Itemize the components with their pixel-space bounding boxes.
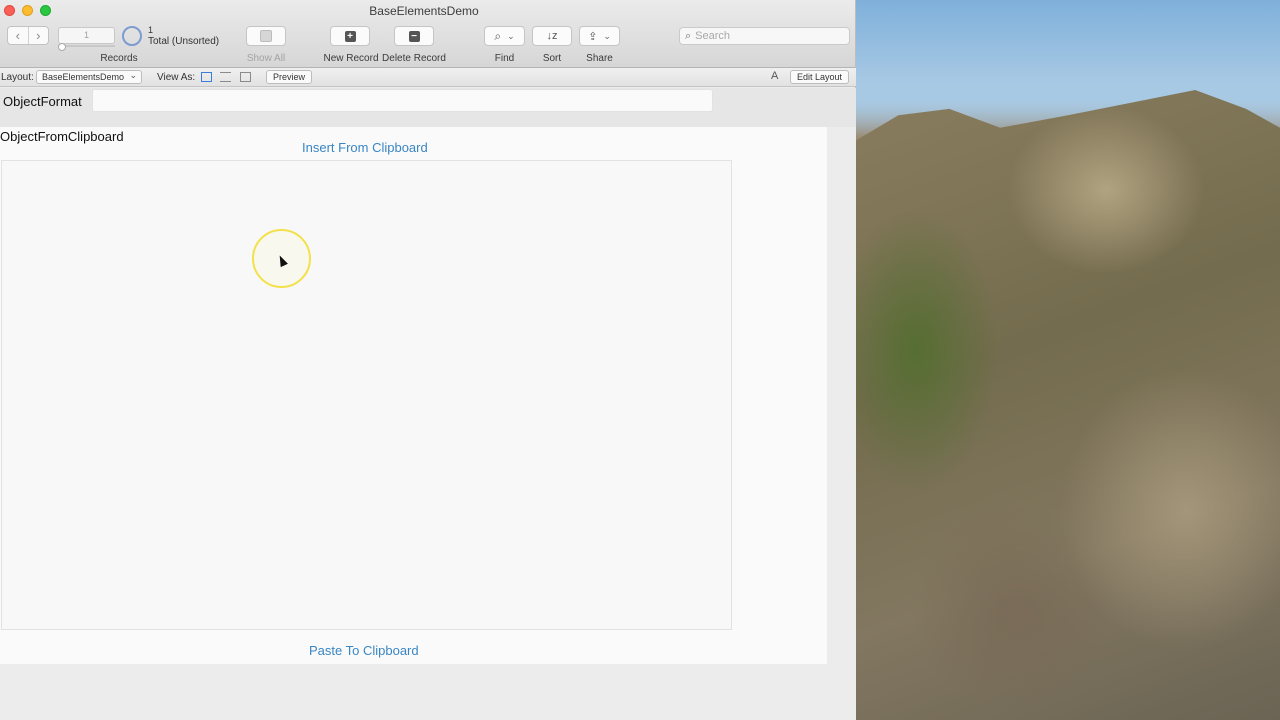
new-record-button[interactable]: + <box>330 26 370 46</box>
app-window: BaseElementsDemo ‹ › 1 1 Total (Unsorted… <box>0 0 856 720</box>
title-bar: BaseElementsDemo ‹ › 1 1 Total (Unsorted… <box>0 0 855 68</box>
record-slider[interactable] <box>58 43 115 51</box>
new-record-label: New Record <box>323 53 379 64</box>
window-title: BaseElementsDemo <box>369 4 479 18</box>
share-button[interactable]: ⇪ ⌄ <box>579 26 620 46</box>
show-all-label: Show All <box>246 53 286 64</box>
preview-button[interactable]: Preview <box>266 70 312 84</box>
record-total: Total (Unsorted) <box>148 36 220 47</box>
view-as-label: View As: <box>157 72 196 83</box>
insert-from-clipboard-button[interactable]: Insert From Clipboard <box>302 140 428 155</box>
edit-layout-button[interactable]: Edit Layout <box>790 70 849 84</box>
layout-label: Layout: <box>1 72 34 83</box>
next-record-icon[interactable]: › <box>29 27 49 44</box>
share-icon: ⇪ <box>588 30 598 43</box>
wallpaper-mountain <box>856 90 1280 720</box>
layout-content: ObjectFormat ObjectFromClipboard Insert … <box>0 88 856 720</box>
list-view-icon[interactable] <box>220 72 231 82</box>
current-record-field[interactable]: 1 <box>58 27 115 44</box>
paste-to-clipboard-button[interactable]: Paste To Clipboard <box>309 643 419 658</box>
sort-label: Sort <box>542 53 562 64</box>
find-label: Find <box>494 53 515 64</box>
sort-button[interactable]: ↓z <box>532 26 572 46</box>
minus-icon: − <box>408 30 420 42</box>
sort-icon: ↓z <box>546 30 558 42</box>
delete-record-button[interactable]: − <box>394 26 434 46</box>
format-bar-icon[interactable]: A <box>771 70 778 82</box>
layout-select[interactable]: BaseElementsDemo <box>36 69 142 84</box>
search-input[interactable] <box>695 30 836 42</box>
object-format-row: ObjectFormat <box>0 88 856 127</box>
record-count: 1 <box>148 25 154 35</box>
record-nav: ‹ › <box>7 26 49 45</box>
object-from-clipboard-label: ObjectFromClipboard <box>0 129 124 144</box>
chevron-down-icon[interactable]: ⌄ <box>603 31 611 42</box>
show-all-icon <box>260 30 272 42</box>
records-label: Records <box>100 53 138 64</box>
chevron-down-icon[interactable]: ⌄ <box>507 31 515 42</box>
search-box[interactable]: ⌕ <box>679 27 850 45</box>
table-view-icon[interactable] <box>240 72 251 82</box>
body-area: ObjectFromClipboard Insert From Clipboar… <box>0 127 827 664</box>
share-label: Share <box>586 53 613 64</box>
delete-record-label: Delete Record <box>382 53 446 64</box>
plus-icon: + <box>344 30 356 42</box>
object-format-label: ObjectFormat <box>3 94 82 109</box>
form-view-icon[interactable] <box>201 72 212 82</box>
object-format-field[interactable] <box>92 89 713 112</box>
object-container-field[interactable] <box>1 160 732 630</box>
record-pie-icon <box>122 26 142 46</box>
find-button[interactable]: ⌕ ⌄ <box>484 26 525 46</box>
magnifier-icon: ⌕ <box>494 28 502 43</box>
show-all-button[interactable] <box>246 26 286 46</box>
layout-bar: Layout: BaseElementsDemo View As: Previe… <box>0 68 856 87</box>
search-icon: ⌕ <box>685 29 692 42</box>
previous-record-icon[interactable]: ‹ <box>8 27 29 44</box>
